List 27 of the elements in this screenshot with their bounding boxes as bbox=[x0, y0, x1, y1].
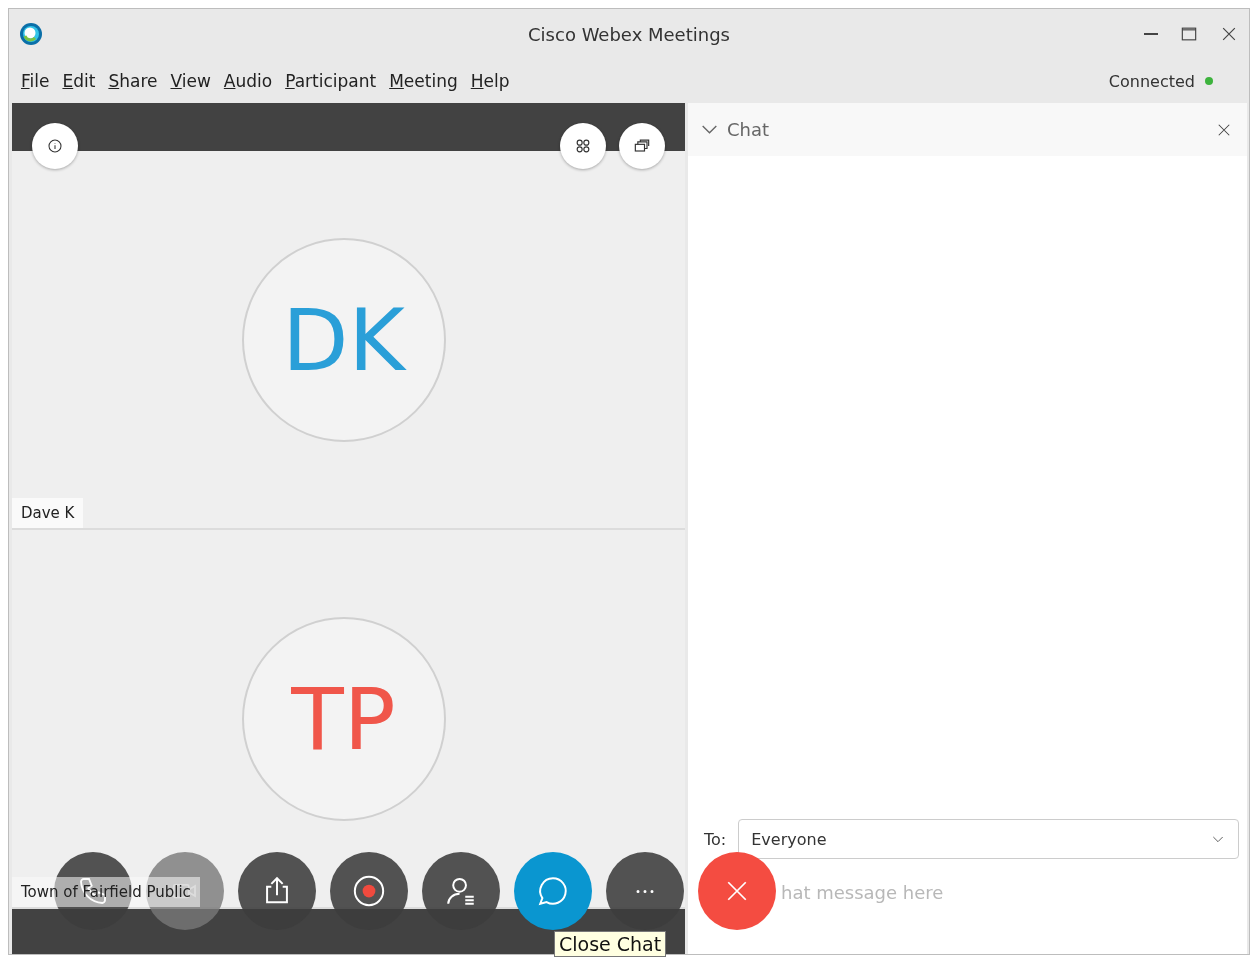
avatar: TP bbox=[241, 616, 446, 821]
menu-item[interactable]: File bbox=[21, 71, 50, 91]
app-logo-icon bbox=[19, 22, 43, 46]
chat-icon bbox=[536, 874, 570, 908]
to-label: To: bbox=[704, 829, 727, 849]
chevron-down-icon bbox=[702, 125, 717, 134]
tooltip: Close Chat bbox=[554, 931, 667, 957]
info-button[interactable] bbox=[32, 123, 78, 169]
more-icon bbox=[635, 889, 655, 893]
menu-item[interactable]: Help bbox=[470, 71, 510, 91]
windows-button[interactable] bbox=[619, 123, 665, 169]
recipient-dropdown[interactable]: Everyone bbox=[738, 819, 1239, 859]
minimize-icon bbox=[1143, 33, 1159, 35]
connection-status: Connected bbox=[1108, 71, 1195, 91]
info-icon bbox=[46, 137, 64, 155]
participant-name: Dave K bbox=[12, 498, 84, 528]
record-icon bbox=[352, 874, 386, 908]
menu-item[interactable]: View bbox=[170, 71, 211, 91]
panel-title: Chat bbox=[727, 119, 770, 140]
window-title: Cisco Webex Meetings bbox=[527, 24, 731, 45]
menu-item[interactable]: Participant bbox=[285, 71, 377, 91]
grid-view-button[interactable] bbox=[560, 123, 606, 169]
menu-item[interactable]: Meeting bbox=[389, 71, 458, 91]
avatar: DK bbox=[241, 237, 446, 442]
menu-item[interactable]: Edit bbox=[62, 71, 96, 91]
menu-item[interactable]: Share bbox=[108, 71, 158, 91]
menu-item[interactable]: Audio bbox=[223, 71, 273, 91]
